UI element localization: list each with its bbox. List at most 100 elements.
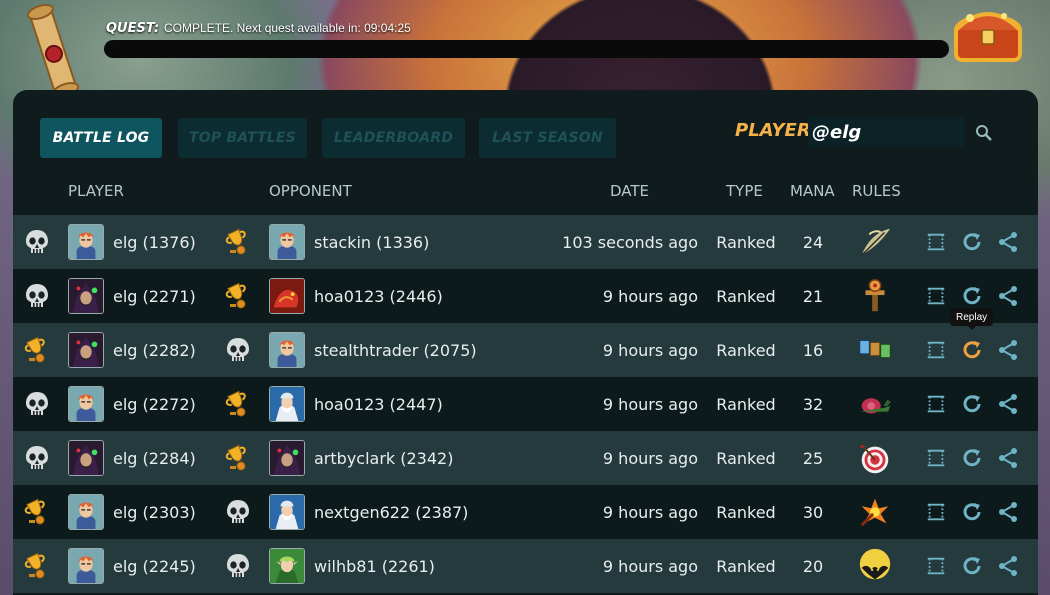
player-avatar[interactable] bbox=[68, 215, 104, 269]
col-opponent: OPPONENT bbox=[269, 182, 352, 200]
battle-type: Ranked bbox=[716, 340, 776, 360]
trophy-icon bbox=[23, 485, 51, 539]
tab-last-season[interactable]: LAST SEASON bbox=[479, 118, 616, 158]
player-avatar[interactable] bbox=[68, 539, 104, 593]
trophy-icon bbox=[224, 269, 252, 323]
player-avatar[interactable] bbox=[68, 485, 104, 539]
share-icon[interactable] bbox=[996, 539, 1020, 593]
opponent-avatar[interactable] bbox=[269, 269, 305, 323]
player-name[interactable]: elg (2272) bbox=[113, 377, 196, 431]
opponent-name[interactable]: stackin (1336) bbox=[314, 215, 429, 269]
quest-label: QUEST: bbox=[106, 21, 160, 36]
opponent-name[interactable]: artbyclark (2342) bbox=[314, 431, 453, 485]
battle-type: Ranked bbox=[716, 286, 776, 306]
battle-date: 9 hours ago bbox=[602, 502, 698, 522]
opponent-name[interactable]: hoa0123 (2446) bbox=[314, 269, 443, 323]
player-name[interactable]: elg (2245) bbox=[113, 539, 196, 593]
share-icon[interactable] bbox=[996, 377, 1020, 431]
skull-icon bbox=[23, 215, 51, 269]
opponent-name[interactable]: nextgen622 (2387) bbox=[314, 485, 468, 539]
battle-type: Ranked bbox=[716, 394, 776, 414]
quest-progress-bar bbox=[104, 40, 949, 58]
col-rules: RULES bbox=[852, 182, 901, 200]
battle-mana: 30 bbox=[802, 502, 824, 522]
tab-top-battles[interactable]: TOP BATTLES bbox=[178, 118, 307, 158]
battle-row[interactable]: elg (2303) nextgen622 (2387) 9 hours ago… bbox=[13, 485, 1038, 539]
search-icon[interactable] bbox=[975, 124, 993, 142]
replay-icon[interactable] bbox=[960, 323, 984, 377]
battle-details-icon[interactable] bbox=[925, 323, 949, 377]
opponent-name[interactable]: wilhb81 (2261) bbox=[314, 539, 435, 593]
player-avatar[interactable] bbox=[68, 377, 104, 431]
treasure-chest-icon[interactable] bbox=[950, 4, 1026, 66]
quest-scroll-icon[interactable] bbox=[24, 2, 82, 100]
opponent-avatar[interactable] bbox=[269, 485, 305, 539]
battle-mana: 16 bbox=[802, 340, 824, 360]
share-icon[interactable] bbox=[996, 431, 1020, 485]
battle-details-icon[interactable] bbox=[925, 215, 949, 269]
replay-icon[interactable] bbox=[960, 485, 984, 539]
battle-mana: 25 bbox=[802, 448, 824, 468]
player-avatar[interactable] bbox=[68, 431, 104, 485]
battle-details-icon[interactable] bbox=[925, 431, 949, 485]
battle-type: Ranked bbox=[716, 556, 776, 576]
opponent-avatar[interactable] bbox=[269, 431, 305, 485]
battle-date: 9 hours ago bbox=[602, 394, 698, 414]
battle-date: 103 seconds ago bbox=[562, 232, 698, 252]
snail-rule-icon[interactable] bbox=[855, 377, 895, 431]
opponent-avatar[interactable] bbox=[269, 215, 305, 269]
battle-details-icon[interactable] bbox=[925, 269, 949, 323]
tab-battle-log[interactable]: BATTLE LOG bbox=[40, 118, 162, 158]
battle-log-panel: BATTLE LOG TOP BATTLES LEADERBOARD LAST … bbox=[13, 90, 1038, 595]
player-search-label: PLAYER: bbox=[735, 120, 818, 141]
replay-icon[interactable] bbox=[960, 377, 984, 431]
tab-leaderboard[interactable]: LEADERBOARD bbox=[322, 118, 465, 158]
col-player: PLAYER bbox=[68, 182, 124, 200]
replay-icon[interactable] bbox=[960, 431, 984, 485]
battle-row[interactable]: elg (2271) hoa0123 (2446) 9 hours ago Ra… bbox=[13, 269, 1038, 323]
opponent-avatar[interactable] bbox=[269, 377, 305, 431]
battle-row[interactable]: elg (1376) stackin (1336) 103 seconds ag… bbox=[13, 215, 1038, 269]
battle-type: Ranked bbox=[716, 502, 776, 522]
feather-rule-icon[interactable] bbox=[855, 215, 895, 269]
opponent-avatar[interactable] bbox=[269, 323, 305, 377]
col-type: TYPE bbox=[726, 182, 763, 200]
share-icon[interactable] bbox=[996, 269, 1020, 323]
battle-date: 9 hours ago bbox=[602, 340, 698, 360]
opponent-name[interactable]: stealthtrader (2075) bbox=[314, 323, 477, 377]
battle-type: Ranked bbox=[716, 232, 776, 252]
quest-progress-fill bbox=[104, 40, 949, 58]
target-rule-icon[interactable] bbox=[855, 431, 895, 485]
battle-row[interactable]: elg (2282) stealthtrader (2075) 9 hours … bbox=[13, 323, 1038, 377]
quest-status: COMPLETE. Next quest available in: 09:04… bbox=[164, 21, 411, 35]
cards-rule-icon[interactable] bbox=[855, 323, 895, 377]
totem-rule-icon[interactable] bbox=[855, 269, 895, 323]
share-icon[interactable] bbox=[996, 215, 1020, 269]
share-icon[interactable] bbox=[996, 323, 1020, 377]
battle-details-icon[interactable] bbox=[925, 485, 949, 539]
trophy-icon bbox=[23, 323, 51, 377]
player-search-input[interactable] bbox=[808, 117, 964, 147]
replay-icon[interactable] bbox=[960, 539, 984, 593]
player-name[interactable]: elg (2284) bbox=[113, 431, 196, 485]
opponent-name[interactable]: hoa0123 (2447) bbox=[314, 377, 443, 431]
player-name[interactable]: elg (1376) bbox=[113, 215, 196, 269]
skull-icon bbox=[23, 269, 51, 323]
battle-row[interactable]: elg (2284) artbyclark (2342) 9 hours ago… bbox=[13, 431, 1038, 485]
bat-rule-icon[interactable] bbox=[855, 539, 895, 593]
opponent-avatar[interactable] bbox=[269, 539, 305, 593]
player-name[interactable]: elg (2303) bbox=[113, 485, 196, 539]
player-name[interactable]: elg (2271) bbox=[113, 269, 196, 323]
battle-details-icon[interactable] bbox=[925, 539, 949, 593]
col-date: DATE bbox=[610, 182, 650, 200]
battle-row[interactable]: elg (2272) hoa0123 (2447) 9 hours ago Ra… bbox=[13, 377, 1038, 431]
replay-icon[interactable] bbox=[960, 215, 984, 269]
share-icon[interactable] bbox=[996, 485, 1020, 539]
player-name[interactable]: elg (2282) bbox=[113, 323, 196, 377]
battle-row[interactable]: elg (2245) wilhb81 (2261) 9 hours ago Ra… bbox=[13, 539, 1038, 593]
player-avatar[interactable] bbox=[68, 269, 104, 323]
battle-details-icon[interactable] bbox=[925, 377, 949, 431]
player-avatar[interactable] bbox=[68, 323, 104, 377]
explosion-rule-icon[interactable] bbox=[855, 485, 895, 539]
skull-icon bbox=[224, 323, 252, 377]
